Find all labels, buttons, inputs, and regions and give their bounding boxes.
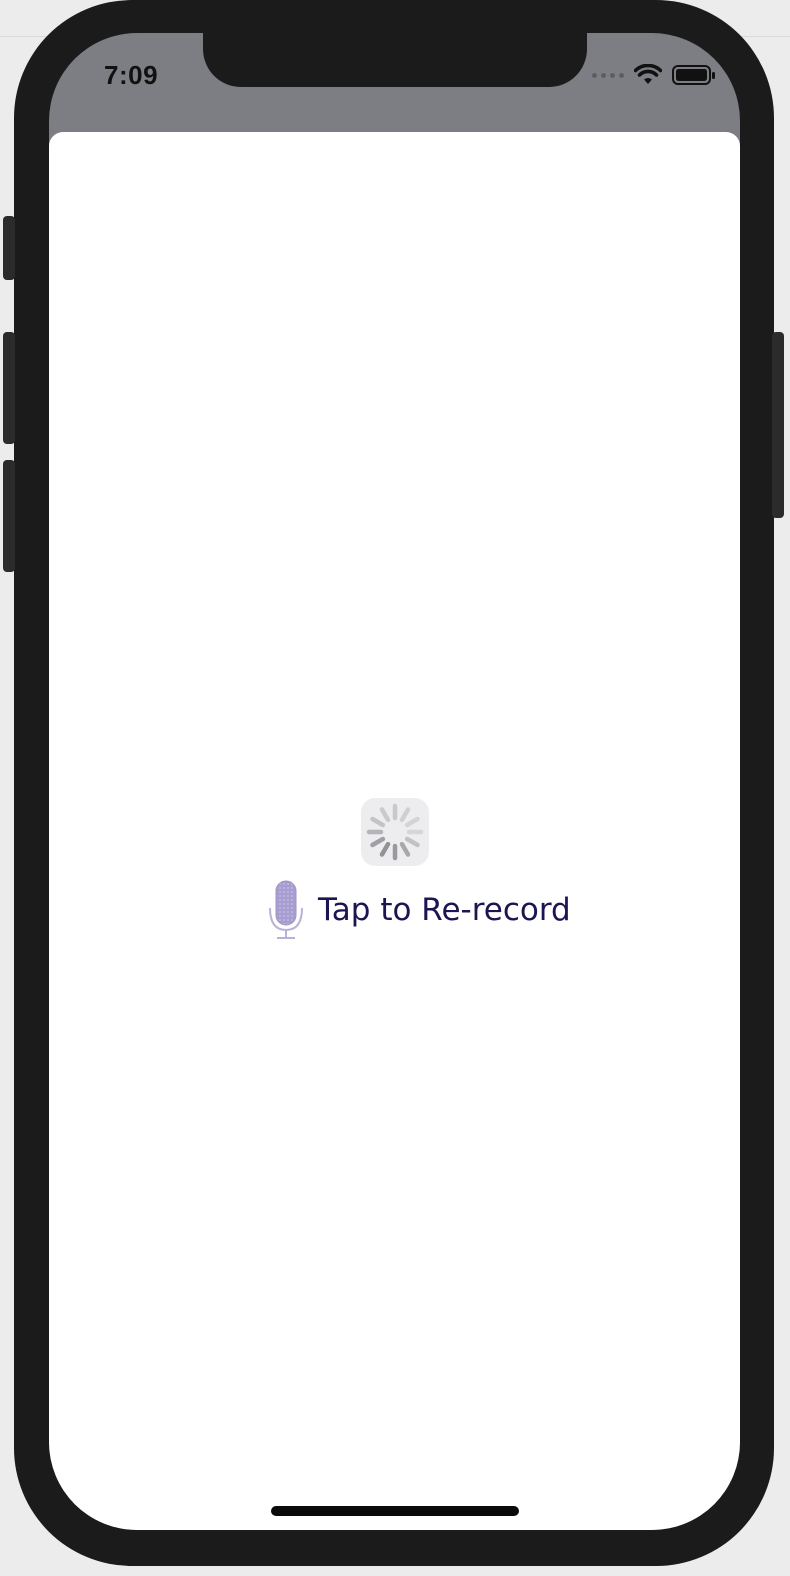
mute-switch [3,216,15,280]
microphone-icon [269,880,303,939]
cellular-dots-icon [592,72,624,78]
rerecord-button[interactable]: Tap to Re-record [266,878,571,942]
status-time: 7:09 [104,60,159,90]
loading-indicator [361,798,429,866]
rerecord-label: Tap to Re-record [318,892,571,928]
volume-up-button [3,332,15,444]
wifi-icon [634,64,662,84]
volume-down-button [3,460,15,572]
status-icons [592,64,716,86]
home-indicator[interactable] [271,1506,519,1516]
activity-spinner-icon [366,803,424,861]
notch [203,33,587,87]
battery-icon [672,65,715,85]
power-button [772,332,784,518]
